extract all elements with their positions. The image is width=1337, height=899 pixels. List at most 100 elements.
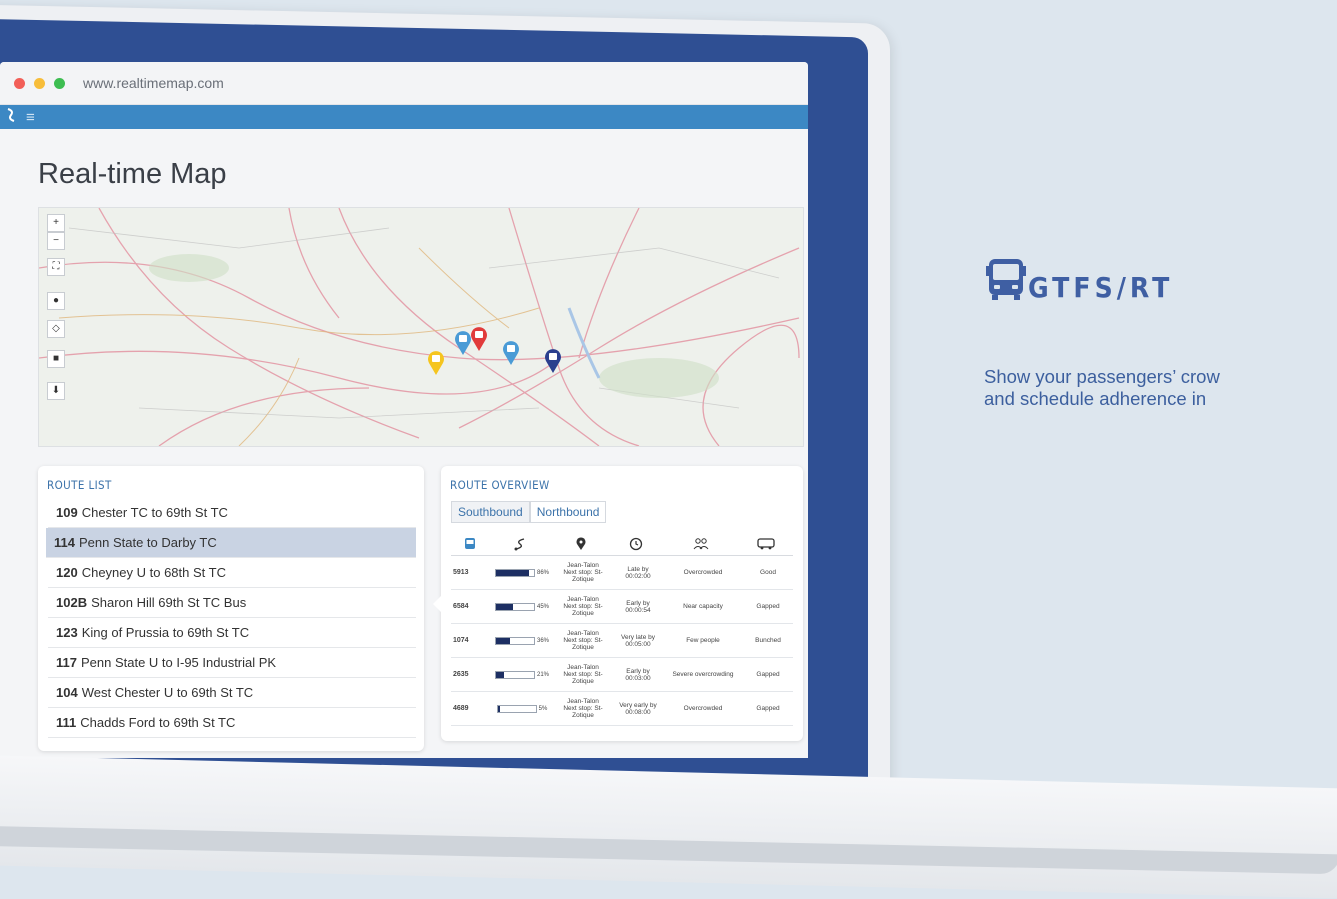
bus-front-icon	[741, 538, 791, 550]
route-name: Cheyney U to 68th St TC	[81, 565, 226, 580]
route-overview-panel: ROUTE OVERVIEW Southbound Northbound 591…	[433, 466, 803, 741]
load-bar	[494, 670, 535, 679]
current-stop: Jean-Talon	[567, 630, 599, 637]
load-bar-fill	[495, 569, 529, 576]
load-percent: 5%	[538, 705, 548, 712]
hamburger-icon[interactable]: ≡	[26, 109, 35, 126]
table-row[interactable]: 1074 36% Jean-Talon Next stop: St-Zotique Ve…	[451, 624, 793, 658]
locate-button[interactable]: ●	[47, 292, 65, 310]
map-view[interactable]: + − ⛶ ● ◇ ■ ⬇	[38, 207, 804, 447]
next-stop: Next stop: St-Zotique	[563, 671, 603, 685]
route-list-item[interactable]: 114 Penn State to Darby TC	[46, 528, 416, 558]
adherence-cell: Very late by 00:05:00	[613, 634, 663, 648]
route-list-item[interactable]: 111 Chadds Ford to 69th St TC	[48, 708, 416, 738]
table-row[interactable]: 4689 5% Jean-Talon Next stop: St-Zotique Ver…	[451, 692, 793, 726]
bus-icon	[986, 259, 1026, 300]
spacing-status: Gapped	[756, 603, 780, 610]
load-percent: 86%	[536, 569, 549, 576]
current-stop: Jean-Talon	[567, 562, 599, 569]
load-cell: 5%	[491, 704, 553, 713]
route-name: Penn State to Darby TC	[78, 535, 217, 550]
route-list: 109 Chester TC to 69th St TC 114 Penn State…	[38, 498, 424, 738]
load-percent: 21%	[536, 671, 549, 678]
spacing-status: Gapped	[756, 671, 780, 678]
load-bar	[494, 636, 535, 645]
people-icon	[661, 537, 741, 551]
route-list-item[interactable]: 104 West Chester U to 69th St TC	[48, 678, 416, 708]
app-header: ≡	[0, 105, 808, 129]
window-controls	[14, 77, 65, 89]
table-row[interactable]: 5913 86% Jean-Talon Next stop: St-Zotique La…	[451, 556, 793, 590]
route-overview-title: ROUTE OVERVIEW	[450, 478, 550, 492]
load-cell: 36%	[491, 636, 553, 645]
route-number: 109	[56, 505, 78, 520]
location-pin-icon	[551, 537, 611, 551]
current-stop: Jean-Talon	[567, 664, 599, 671]
load-bar	[496, 704, 537, 713]
adherence-time: 00:03:00	[625, 674, 651, 682]
stop-cell: Jean-Talon Next stop: St-Zotique	[553, 698, 613, 719]
brand-title: GTFS/RT	[1028, 271, 1174, 304]
spacing-status: Good	[760, 569, 776, 576]
stop-button[interactable]: ■	[47, 350, 65, 368]
adherence-status: Very late by	[621, 633, 655, 641]
route-number: 120	[56, 565, 78, 580]
bus-pin-marker[interactable]	[470, 326, 488, 352]
route-name: West Chester U to 69th St TC	[81, 685, 254, 700]
minimize-window-button[interactable]	[34, 77, 45, 89]
close-window-button[interactable]	[14, 77, 25, 89]
vehicle-id: 1074	[453, 637, 469, 644]
table-row[interactable]: 2635 21% Jean-Talon Next stop: St-Zotique Ea…	[451, 658, 793, 692]
bus-pin-marker[interactable]	[427, 350, 445, 376]
adherence-cell: Early by 00:03:00	[613, 668, 663, 682]
route-list-item[interactable]: 120 Cheyney U to 68th St TC	[48, 558, 416, 588]
download-button[interactable]: ⬇	[47, 382, 65, 400]
spacing-status: Bunched	[755, 637, 781, 644]
tagline-line-2: and schedule adherence in	[984, 388, 1207, 409]
route-list-item[interactable]: 109 Chester TC to 69th St TC	[48, 498, 416, 528]
route-list-item[interactable]: 123 King of Prussia to 69th St TC	[48, 618, 416, 648]
vehicle-id: 6584	[453, 603, 469, 610]
tab-northbound[interactable]: Northbound	[529, 501, 607, 523]
panel-pointer	[433, 596, 441, 612]
spacing-status: Gapped	[756, 705, 780, 712]
bus-pin-marker[interactable]	[544, 348, 562, 374]
load-cell: 45%	[491, 602, 553, 611]
layers-button[interactable]: ◇	[47, 320, 65, 338]
adherence-time: 00:00:54	[625, 606, 651, 614]
table-row[interactable]: 6584 45% Jean-Talon Next stop: St-Zotique Ea…	[451, 590, 793, 624]
route-list-item[interactable]: 117 Penn State U to I-95 Industrial PK	[48, 648, 416, 678]
next-stop: Next stop: St-Zotique	[563, 603, 603, 617]
route-number: 123	[56, 625, 78, 640]
page-title: Real-time Map	[38, 158, 227, 190]
load-bar-fill	[497, 705, 500, 712]
clock-icon	[611, 537, 661, 551]
vehicle-id: 4689	[453, 705, 469, 712]
zoom-out-button[interactable]: −	[47, 232, 65, 250]
route-name: Chester TC to 69th St TC	[81, 505, 228, 520]
route-list-title: ROUTE LIST	[47, 478, 112, 492]
route-number: 114	[54, 535, 75, 550]
load-bar-fill	[495, 603, 514, 610]
route-list-item[interactable]: 102B Sharon Hill 69th St TC Bus	[48, 588, 416, 618]
adherence-cell: Early by 00:00:54	[613, 600, 663, 614]
zoom-in-button[interactable]: +	[47, 214, 65, 232]
bus-pin-marker[interactable]	[502, 340, 520, 366]
crowding-status: Severe overcrowding	[672, 671, 734, 678]
route-list-panel: ROUTE LIST 109 Chester TC to 69th St TC 11…	[38, 466, 424, 751]
overview-header	[451, 533, 793, 556]
next-stop: Next stop: St-Zotique	[563, 569, 603, 583]
maximize-window-button[interactable]	[54, 77, 65, 89]
adherence-cell: Late by 00:02:00	[613, 566, 663, 580]
route-icon	[489, 537, 551, 551]
address-bar[interactable]: www.realtimemap.com	[83, 75, 224, 91]
route-number: 117	[56, 655, 77, 670]
load-bar	[494, 602, 535, 611]
fullscreen-button[interactable]: ⛶	[47, 258, 65, 276]
tab-southbound[interactable]: Southbound	[451, 501, 530, 523]
crowding-status: Overcrowded	[683, 569, 723, 576]
next-stop: Next stop: St-Zotique	[563, 637, 603, 651]
load-bar-fill	[495, 671, 504, 678]
adherence-status: Early by	[626, 667, 650, 675]
promo-tagline: Show your passengers’ crow and schedule …	[984, 366, 1220, 410]
